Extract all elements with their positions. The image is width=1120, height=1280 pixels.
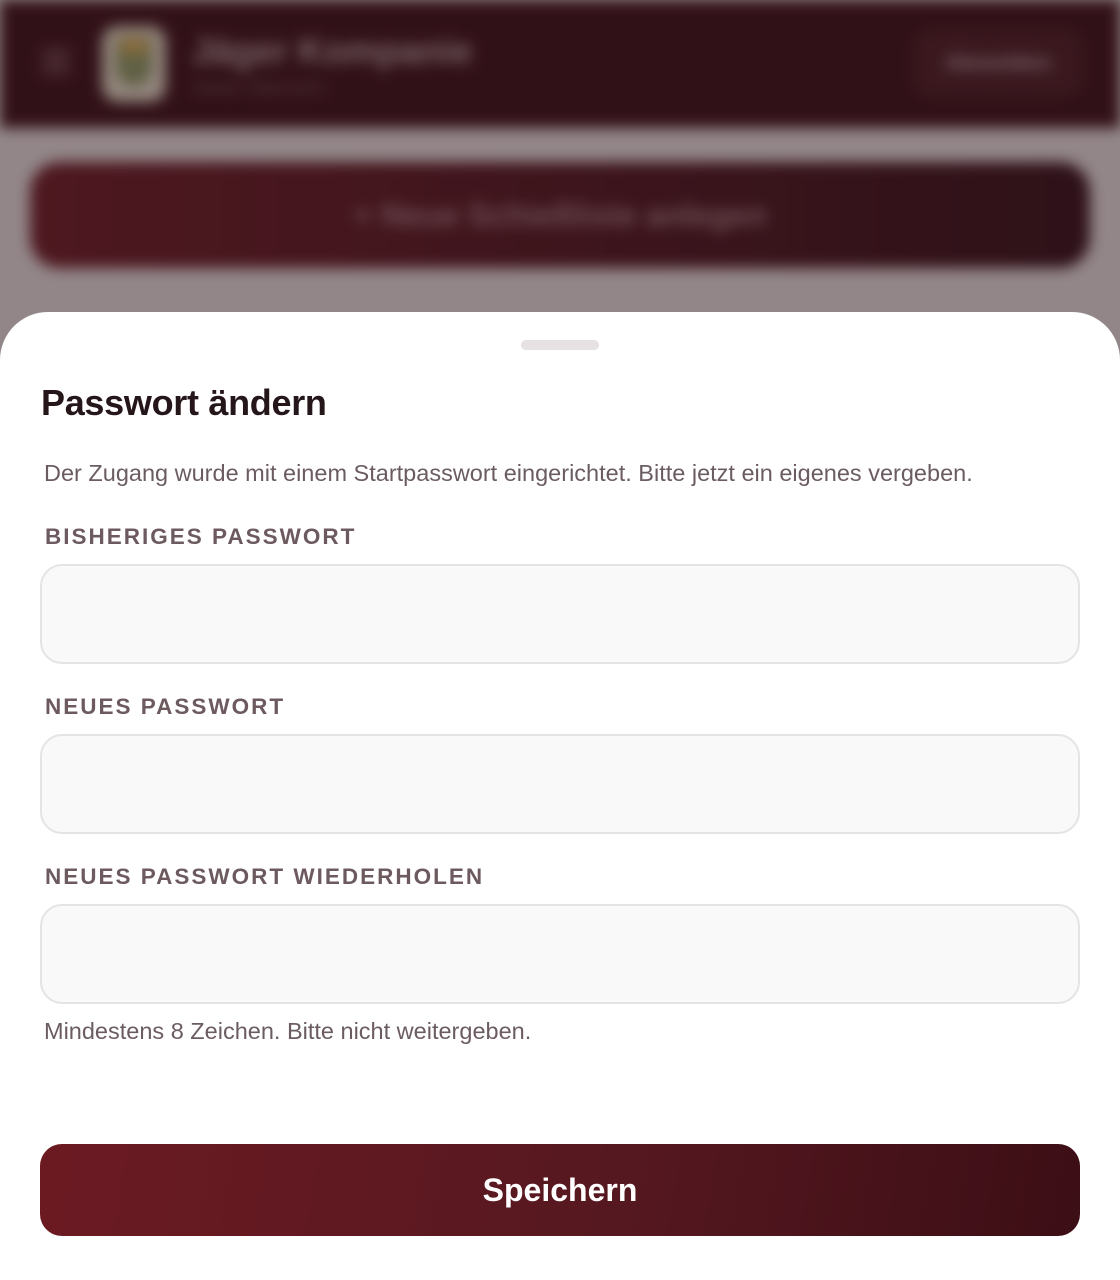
repeat-password-input[interactable] — [40, 904, 1080, 1004]
sheet-grabber-handle[interactable] — [521, 340, 599, 350]
password-hint: Mindestens 8 Zeichen. Bitte nicht weiter… — [44, 1018, 532, 1044]
new-password-label: NEUES PASSWORT — [45, 694, 286, 719]
current-password-label: BISHERIGES PASSWORT — [45, 524, 357, 549]
repeat-password-label: NEUES PASSWORT WIEDERHOLEN — [45, 864, 485, 889]
sheet-description: Der Zugang wurde mit einem Startpasswort… — [44, 460, 973, 486]
app-screen: Jäger Kompanie Verein Übersicht Abmelden… — [0, 0, 1120, 1280]
current-password-input[interactable] — [40, 564, 1080, 664]
sheet-title: Passwort ändern — [41, 382, 327, 423]
new-password-input[interactable] — [40, 734, 1080, 834]
change-password-sheet: Passwort ändern Der Zugang wurde mit ein… — [0, 312, 1120, 1280]
save-button[interactable]: Speichern — [40, 1144, 1080, 1236]
